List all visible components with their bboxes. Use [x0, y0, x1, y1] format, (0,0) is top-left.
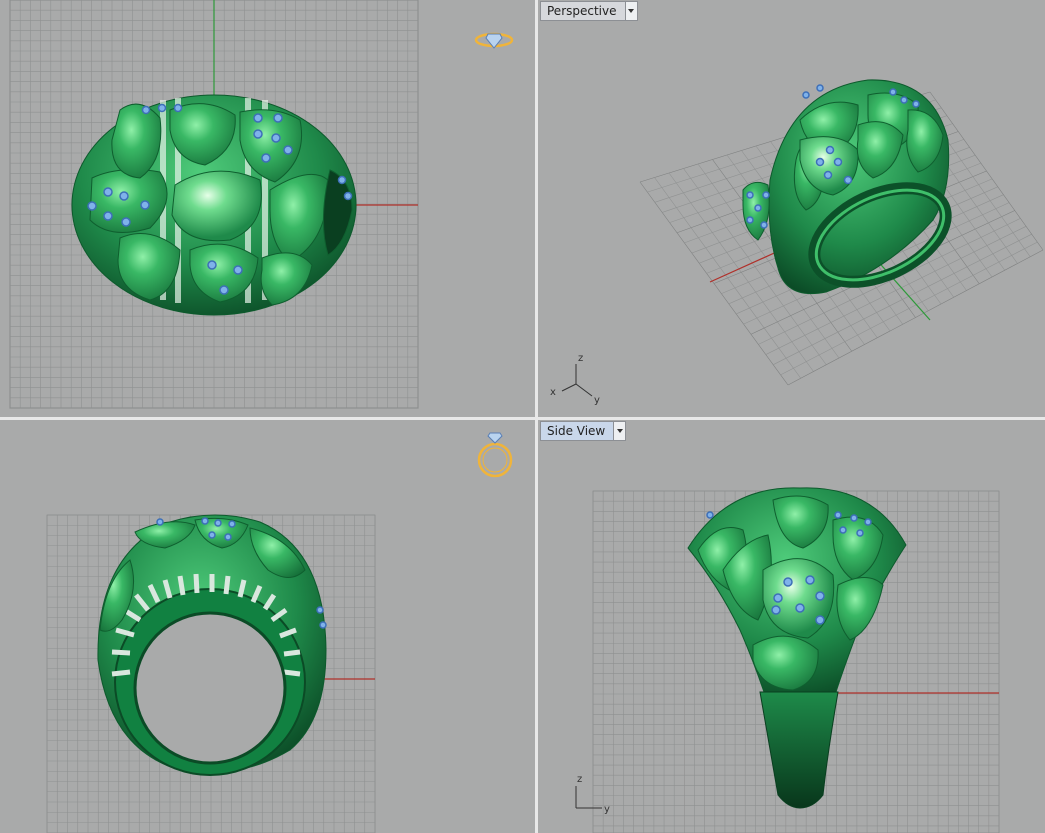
viewport-menu-dropdown[interactable] — [624, 2, 637, 20]
axis-label-z: z — [578, 353, 583, 364]
perspective-viewport[interactable]: z x y Perspective — [538, 0, 1045, 417]
ring-preview-icon[interactable] — [477, 432, 513, 478]
ring-model-perspective[interactable] — [742, 79, 960, 301]
axis-label-y: y — [604, 804, 610, 815]
side-label-text: Side View — [547, 424, 606, 438]
side-viewport-title[interactable]: Side View — [540, 421, 627, 441]
ring-model-side[interactable] — [687, 487, 907, 809]
axis-label-x: x — [550, 387, 556, 398]
side-viewport[interactable]: z y Side View — [538, 420, 1045, 833]
perspective-viewport-title[interactable]: Perspective — [540, 1, 638, 21]
front-viewport[interactable] — [0, 420, 535, 833]
perspective-label-text: Perspective — [547, 4, 617, 18]
axis-label-z: z — [577, 774, 582, 785]
top-viewport[interactable] — [0, 0, 535, 417]
axis-label-y: y — [594, 395, 600, 406]
ring-model-top[interactable] — [71, 94, 357, 316]
axis-triad: z x y — [550, 353, 600, 406]
viewport-menu-dropdown[interactable] — [613, 422, 626, 440]
ring-model-front[interactable] — [97, 514, 327, 776]
ring-preview-icon[interactable] — [474, 32, 514, 49]
